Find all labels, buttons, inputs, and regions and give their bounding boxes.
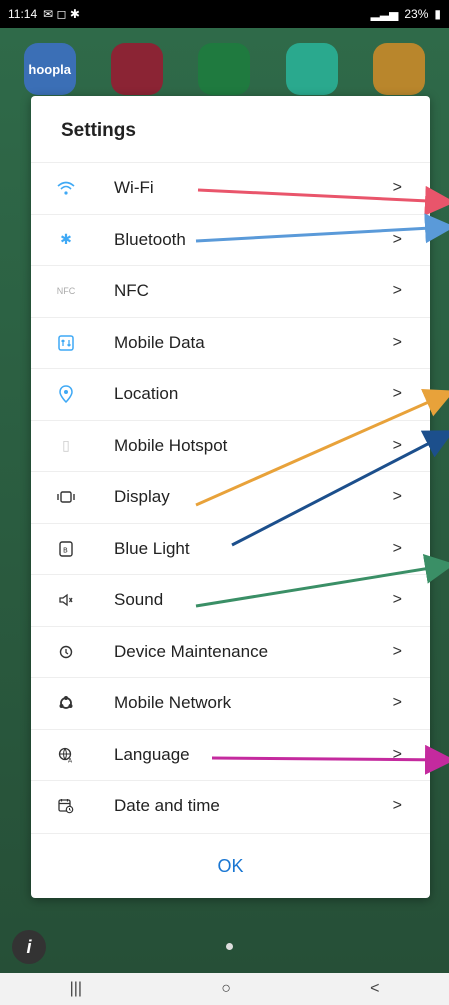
chevron-right-icon: > [392, 745, 402, 763]
chevron-right-icon: > [392, 642, 402, 660]
svg-text:B: B [63, 546, 68, 554]
settings-item-label: Bluetooth [114, 229, 186, 249]
back-button[interactable]: < [370, 980, 379, 998]
battery-icon: ▮ [434, 7, 441, 21]
status-bar: 11:14 ✉ ◻ ✱ ▂▃▅ 23% ▮ [0, 0, 449, 28]
display-icon [56, 487, 76, 507]
settings-item-label: Mobile Network [114, 693, 232, 713]
settings-item-date-and-time[interactable]: Date and time > [31, 780, 430, 832]
app-classroom[interactable] [198, 43, 251, 95]
wifi-icon [56, 178, 76, 198]
app-monster[interactable] [285, 43, 338, 95]
settings-item-label: Language [114, 744, 190, 764]
settings-item-label: Sound [114, 590, 164, 610]
settings-item-label: NFC [114, 281, 149, 301]
settings-item-display[interactable]: Display > [31, 471, 430, 523]
settings-item-label: Blue Light [114, 538, 190, 558]
settings-item-label: Mobile Data [114, 332, 205, 352]
nfc-icon: NFC [56, 286, 76, 297]
dialog-title: Settings [61, 120, 136, 141]
info-button[interactable]: i [12, 930, 46, 964]
chevron-right-icon: > [392, 797, 402, 815]
chevron-right-icon: > [392, 488, 402, 506]
blue-light-icon: B [56, 539, 76, 559]
battery-level: 23% [404, 7, 429, 21]
notification-icons: ✉ ◻ ✱ [43, 7, 80, 21]
settings-item-mobile-data[interactable]: Mobile Data > [31, 316, 430, 369]
home-button[interactable]: ○ [221, 980, 231, 998]
settings-item-label: Device Maintenance [114, 641, 269, 661]
mobile-data-icon [56, 333, 76, 353]
settings-item-label: Wi-Fi [114, 178, 154, 198]
language-icon: A [56, 745, 76, 765]
recents-button[interactable]: ||| [70, 980, 82, 998]
ok-button[interactable]: OK [31, 833, 430, 898]
hotspot-icon: ▯ [62, 437, 70, 454]
settings-item-label: Date and time [114, 796, 220, 816]
chevron-right-icon: > [392, 694, 402, 712]
bluetooth-icon: ✱ [60, 231, 72, 248]
settings-item-mobile-hotspot[interactable]: ▯ Mobile Hotspot > [31, 419, 430, 472]
chevron-right-icon: > [392, 282, 402, 300]
settings-item-blue-light[interactable]: B Blue Light > [31, 522, 430, 575]
location-icon [56, 384, 76, 404]
app-library[interactable] [111, 43, 164, 95]
chevron-right-icon: > [392, 591, 402, 609]
mobile-network-icon [56, 693, 76, 713]
date-time-icon [56, 796, 76, 816]
settings-item-sound[interactable]: Sound > [31, 574, 430, 626]
svg-text:A: A [68, 757, 73, 763]
device-maintenance-icon [56, 642, 76, 662]
chevron-right-icon: > [392, 539, 402, 557]
chevron-right-icon: > [392, 230, 402, 248]
settings-item-bluetooth[interactable]: ✱ Bluetooth > [31, 213, 430, 266]
settings-item-label: Display [114, 487, 170, 507]
app-row: hoopla [0, 34, 449, 104]
chevron-right-icon: > [392, 436, 402, 454]
settings-item-language[interactable]: A Language > [31, 728, 430, 781]
settings-item-label: Location [114, 384, 179, 404]
chevron-right-icon: > [392, 179, 402, 197]
chevron-right-icon: > [392, 333, 402, 351]
settings-dialog: Settings Wi-Fi > ✱ Bluetooth > NFC NFC >… [31, 96, 430, 898]
settings-list: Wi-Fi > ✱ Bluetooth > NFC NFC > Mobile D… [31, 162, 430, 832]
app-reading[interactable] [373, 43, 426, 95]
app-hoopla[interactable]: hoopla [23, 43, 76, 95]
signal-icon: ▂▃▅ [370, 7, 399, 21]
page-indicator-dot [226, 943, 233, 950]
settings-item-mobile-network[interactable]: Mobile Network > [31, 677, 430, 729]
settings-item-nfc[interactable]: NFC NFC > [31, 265, 430, 317]
sound-icon [56, 590, 76, 610]
settings-item-label: Mobile Hotspot [114, 435, 228, 455]
settings-item-device-maintenance[interactable]: Device Maintenance > [31, 625, 430, 678]
navigation-bar: ||| ○ < [0, 973, 449, 1005]
chevron-right-icon: > [392, 385, 402, 403]
status-time: 11:14 [8, 7, 38, 21]
settings-item-wifi[interactable]: Wi-Fi > [31, 162, 430, 214]
settings-item-location[interactable]: Location > [31, 368, 430, 420]
